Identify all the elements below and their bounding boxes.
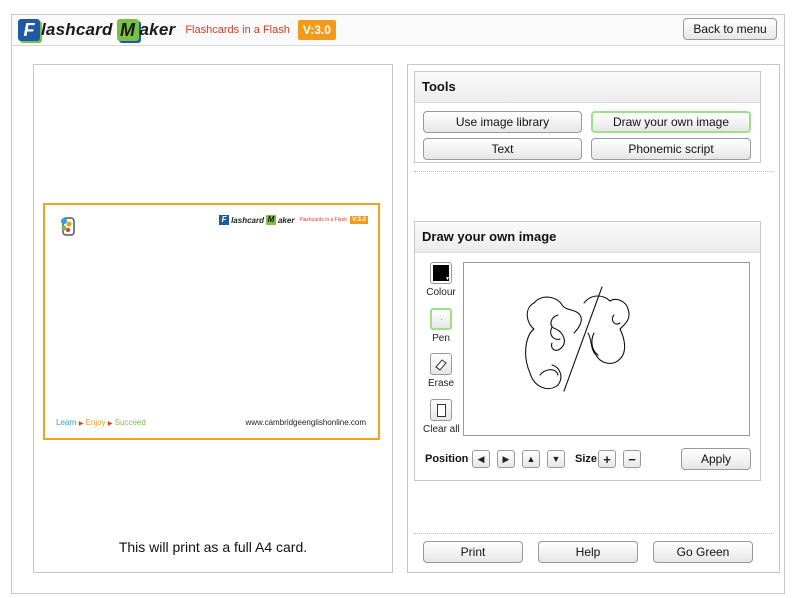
pen-tool: Pen bbox=[423, 308, 459, 344]
phonemic-script-button[interactable]: Phonemic script bbox=[591, 138, 751, 160]
logo-letter-f: F bbox=[18, 19, 40, 41]
text-button[interactable]: Text bbox=[423, 138, 582, 160]
chevron-down-icon: ▼ bbox=[445, 276, 450, 282]
size-decrease-icon[interactable]: − bbox=[623, 450, 641, 468]
slogan-succeed: Succeed bbox=[114, 418, 146, 427]
card-preview-panel: F lashcard M aker Flashcards in a Flash … bbox=[33, 64, 393, 573]
flashcard-preview[interactable]: F lashcard M aker Flashcards in a Flash … bbox=[43, 203, 380, 440]
position-label: Position bbox=[425, 453, 469, 465]
version-badge: V:3.0 bbox=[297, 20, 336, 40]
eraser-icon bbox=[435, 359, 447, 371]
draw-image-box: Draw your own image ▼ Colour Pen Erase C… bbox=[414, 221, 761, 481]
clear-all-label: Clear all bbox=[423, 424, 460, 435]
erase-label: Erase bbox=[427, 378, 455, 389]
card-tagline: Flashcards in a Flash bbox=[299, 217, 347, 223]
erase-tool: Erase bbox=[423, 353, 459, 389]
print-note: This will print as a full A4 card. bbox=[118, 539, 308, 555]
cambridge-face-icon bbox=[61, 217, 75, 236]
card-logo-word-flashcard: lashcard bbox=[231, 215, 264, 225]
divider bbox=[414, 533, 772, 534]
print-button[interactable]: Print bbox=[423, 541, 523, 563]
logo-word-flashcard: lashcard bbox=[41, 20, 113, 39]
help-button[interactable]: Help bbox=[538, 541, 638, 563]
card-logo-letter-f: F bbox=[219, 215, 230, 225]
size-label: Size bbox=[575, 453, 598, 465]
slogan-learn: Learn bbox=[56, 418, 77, 427]
slogan-arrow-icon: ▶ bbox=[107, 421, 113, 427]
go-green-button[interactable]: Go Green bbox=[653, 541, 753, 563]
tagline: Flashcards in a Flash bbox=[185, 24, 290, 36]
pen-dot-icon bbox=[441, 319, 442, 320]
divider bbox=[414, 171, 772, 172]
clear-all-tool: Clear all bbox=[423, 399, 460, 435]
pen-button[interactable] bbox=[430, 308, 452, 330]
move-down-icon[interactable]: ▼ bbox=[547, 450, 565, 468]
apply-button[interactable]: Apply bbox=[681, 448, 751, 470]
logo-word-maker: aker bbox=[139, 20, 176, 39]
card-version-badge: V:3.0 bbox=[349, 216, 368, 224]
draw-image-title: Draw your own image bbox=[415, 222, 760, 253]
card-slogan: Learn ▶ Enjoy ▶ Succeed bbox=[56, 418, 146, 427]
colour-tool: ▼ Colour bbox=[423, 262, 459, 298]
colour-label: Colour bbox=[426, 287, 456, 298]
pen-label: Pen bbox=[432, 333, 450, 344]
colour-swatch-button[interactable]: ▼ bbox=[430, 262, 452, 284]
size-increase-icon[interactable]: + bbox=[598, 450, 616, 468]
draw-your-own-image-button[interactable]: Draw your own image bbox=[591, 111, 751, 133]
clear-all-button[interactable] bbox=[430, 399, 452, 421]
app-window: F lashcard M aker Flashcards in a Flash … bbox=[11, 14, 785, 594]
tools-panel: Tools Use image library Draw your own im… bbox=[407, 64, 780, 573]
move-up-icon[interactable]: ▲ bbox=[522, 450, 540, 468]
back-to-menu-button[interactable]: Back to menu bbox=[683, 18, 777, 40]
logo-letter-m: M bbox=[116, 19, 139, 41]
user-drawing bbox=[525, 286, 630, 392]
tools-title: Tools bbox=[415, 72, 760, 103]
card-logo-letter-m: M bbox=[265, 215, 276, 225]
card-logo-word-maker: aker bbox=[277, 215, 295, 225]
erase-button[interactable] bbox=[430, 353, 452, 375]
slogan-arrow-icon: ▶ bbox=[78, 421, 84, 427]
app-header: F lashcard M aker Flashcards in a Flash … bbox=[12, 15, 784, 46]
move-right-icon[interactable]: ▶ bbox=[497, 450, 515, 468]
blank-page-icon bbox=[437, 404, 446, 417]
slogan-enjoy: Enjoy bbox=[85, 418, 106, 427]
flashcard-maker-logo: F lashcard M aker Flashcards in a Flash … bbox=[18, 18, 336, 42]
use-image-library-button[interactable]: Use image library bbox=[423, 111, 582, 133]
tools-box: Tools Use image library Draw your own im… bbox=[414, 71, 761, 163]
card-brand-logo: F lashcard M aker Flashcards in a Flash … bbox=[219, 215, 368, 225]
drawing-canvas[interactable] bbox=[463, 262, 750, 436]
card-url: www.cambridgeenglishonline.com bbox=[245, 418, 366, 427]
move-left-icon[interactable]: ◀ bbox=[472, 450, 490, 468]
